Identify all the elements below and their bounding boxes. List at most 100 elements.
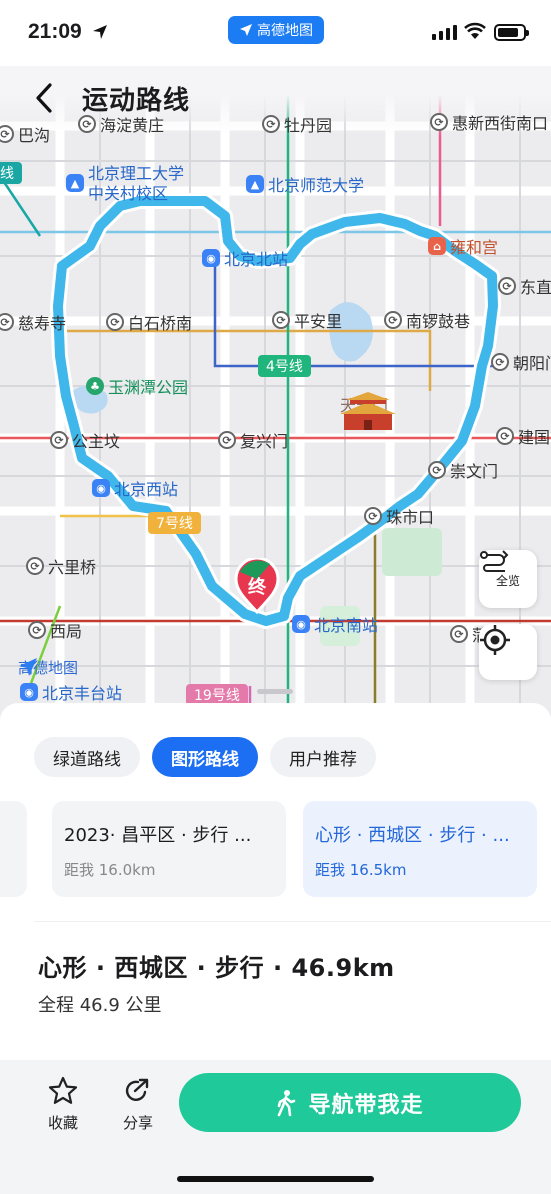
route-overview-icon xyxy=(480,550,509,572)
poi-station[interactable]: ⟳ 崇文门 xyxy=(428,458,498,482)
battery-icon xyxy=(494,24,529,41)
poi-station[interactable]: ⟳ 建国 xyxy=(496,424,550,448)
route-card-carousel[interactable]: 2023· 昌平区 · 步行 ... 距我 16.0km 心形 · 西城区 · … xyxy=(0,801,551,897)
metro-icon: ⟳ xyxy=(272,311,290,329)
star-icon xyxy=(48,1076,78,1104)
share-label: 分享 xyxy=(122,1114,153,1132)
locate-icon xyxy=(480,625,510,655)
metro-icon: ⟳ xyxy=(0,125,14,143)
temple-icon: ⌂ xyxy=(428,237,446,255)
route-category-tabs: 绿道路线 图形路线 用户推荐 xyxy=(34,737,376,777)
metro-icon: ⟳ xyxy=(496,427,514,445)
metro-icon: ⟳ xyxy=(384,311,402,329)
poi-station[interactable]: ⟳ 慈寿寺 xyxy=(0,310,66,334)
end-marker-label: 终 xyxy=(248,577,266,598)
route-card-title: 2023· 昌平区 · 步行 ... xyxy=(64,825,252,846)
poi-park[interactable]: ♣ 玉渊潭公园 xyxy=(86,374,188,398)
poi-station[interactable]: ⟳ 复兴门 xyxy=(218,428,288,452)
poi-station[interactable]: ⟳ 六里桥 xyxy=(26,554,96,578)
poi-station[interactable]: ⟳ 惠新西街南口 xyxy=(430,110,548,134)
park-icon: ♣ xyxy=(86,377,104,395)
metro-line-tag: 7号线 xyxy=(148,512,201,534)
amap-logo-icon xyxy=(19,658,37,676)
route-map[interactable]: ⟳ 巴沟 ⟳ 海淀黄庄 ⟳ 牡丹园 ⟳ 惠新西街南口 ▲ 北京理工大学 中关村校区 ▲ 北京… xyxy=(0,66,551,716)
poi-station[interactable]: ⟳朝阳门 xyxy=(491,350,551,374)
metro-icon: ⟳ xyxy=(430,113,448,131)
poi-station[interactable]: ⟳ 巴沟 xyxy=(0,122,50,146)
metro-icon: ⟳ xyxy=(50,431,68,449)
map-watermark: 高德地图 xyxy=(18,658,79,677)
poi-rail[interactable]: ◉ 北京北站 xyxy=(202,246,288,270)
tiananmen-icon xyxy=(340,392,396,430)
poi-station[interactable]: ⟳ 平安里 xyxy=(272,308,342,332)
metro-icon: ⟳ xyxy=(262,115,280,133)
metro-icon: ⟳ xyxy=(28,621,46,639)
poi-station[interactable]: ⟳ 珠市口 xyxy=(364,504,434,528)
share-icon xyxy=(125,1078,149,1101)
route-card-partial[interactable] xyxy=(0,801,27,897)
poi-school[interactable]: ▲ 北京师范大学 xyxy=(246,172,364,196)
metro-icon: ⟳ xyxy=(0,313,14,331)
sheet-drag-handle[interactable] xyxy=(257,689,293,694)
metro-icon: ⟳ xyxy=(78,115,96,133)
metro-line-tag: 4号线 xyxy=(258,355,311,377)
metro-icon: ⟳ xyxy=(218,431,236,449)
tab-shape-routes[interactable]: 图形路线 xyxy=(152,737,258,777)
share-button[interactable]: 分享 xyxy=(113,1076,163,1133)
action-bar: 收藏 分享 导航带我走 xyxy=(0,1060,551,1194)
train-station-icon: ◉ xyxy=(20,683,38,701)
metro-icon: ⟳ xyxy=(26,557,44,575)
status-time: 21:09 xyxy=(28,20,82,43)
metro-icon: ⟳ xyxy=(364,507,382,525)
poi-station[interactable]: ⟳ 西局 xyxy=(28,618,82,642)
train-station-icon: ◉ xyxy=(92,479,110,497)
navigate-label: 导航带我走 xyxy=(308,1092,424,1118)
metro-icon: ⟳ xyxy=(498,277,516,295)
divider xyxy=(34,921,551,922)
walking-person-icon xyxy=(278,1089,296,1116)
route-total-distance: 全程 46.9 公里 xyxy=(38,995,162,1016)
send-icon xyxy=(240,24,252,36)
poi-station[interactable]: ⟳ 南锣鼓巷 xyxy=(384,308,470,332)
cellular-signal-icon xyxy=(432,25,457,40)
school-icon: ▲ xyxy=(246,175,264,193)
metro-line-tag: 线 xyxy=(0,162,22,184)
metro-icon: ⟳ xyxy=(106,313,124,331)
route-card-selected[interactable]: 心形 · 西城区 · 步行 · ... 距我 16.5km xyxy=(303,801,537,897)
navigate-button[interactable]: 导航带我走 xyxy=(179,1073,521,1132)
poi-station[interactable]: ⟳ 白石桥南 xyxy=(106,310,192,334)
back-icon[interactable] xyxy=(32,82,58,114)
page-title: 运动路线 xyxy=(82,86,191,116)
train-station-icon: ◉ xyxy=(202,249,220,267)
school-icon: ▲ xyxy=(66,174,84,192)
tab-user-recommended[interactable]: 用户推荐 xyxy=(270,737,376,777)
locate-button[interactable] xyxy=(479,624,537,680)
route-card[interactable]: 2023· 昌平区 · 步行 ... 距我 16.0km xyxy=(52,801,286,897)
poi-rail[interactable]: ◉ 北京西站 xyxy=(92,476,178,500)
poi-station[interactable]: ⟳ 牡丹园 xyxy=(262,112,332,136)
poi-rail[interactable]: ◉ 北京南站 xyxy=(292,612,378,636)
home-indicator[interactable] xyxy=(177,1176,374,1182)
train-station-icon: ◉ xyxy=(292,615,310,633)
favorite-label: 收藏 xyxy=(47,1114,78,1132)
favorite-button[interactable]: 收藏 xyxy=(38,1076,88,1133)
route-title: 心形 · 西城区 · 步行 · 46.9km xyxy=(38,954,395,982)
metro-icon: ⟳ xyxy=(491,353,509,371)
poi-landmark[interactable]: 天安门 xyxy=(340,392,396,430)
metro-icon: ⟳ xyxy=(428,461,446,479)
app-badge: 高德地图 xyxy=(228,16,324,44)
wifi-icon xyxy=(464,22,486,39)
overview-label: 全览 xyxy=(495,573,520,588)
poi-station[interactable]: ⟳ 东直 xyxy=(498,274,551,298)
metro-icon: ⟳ xyxy=(450,625,468,643)
poi-station[interactable]: ⟳ 公主坟 xyxy=(50,428,120,452)
route-card-distance: 距我 16.5km xyxy=(315,861,407,879)
overview-button[interactable]: 全览 xyxy=(479,550,537,608)
tab-greenway-routes[interactable]: 绿道路线 xyxy=(34,737,140,777)
location-arrow-icon xyxy=(93,25,107,39)
poi-school[interactable]: ▲ 北京理工大学 中关村校区 xyxy=(66,164,184,204)
poi-temple[interactable]: ⌂ 雍和宫 xyxy=(428,234,498,258)
poi-rail[interactable]: ◉ 北京丰台站 xyxy=(20,680,122,704)
status-bar: 21:09 高德地图 xyxy=(0,0,551,66)
route-card-title: 心形 · 西城区 · 步行 · ... xyxy=(315,825,510,846)
